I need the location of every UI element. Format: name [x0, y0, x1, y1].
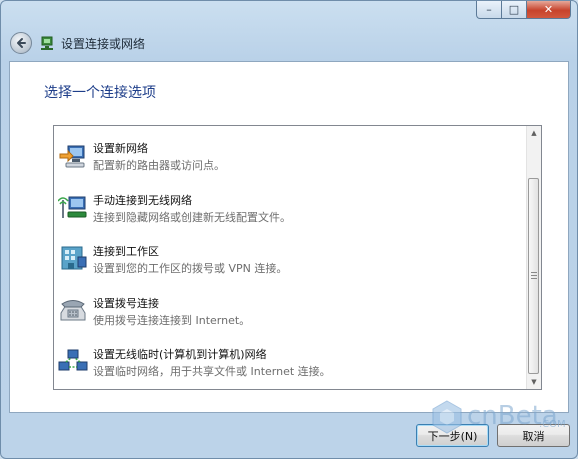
option-title: 连接到工作区	[93, 245, 159, 258]
option-title: 设置无线临时(计算机到计算机)网络	[93, 348, 267, 361]
option-manual-wireless[interactable]: 手动连接到无线网络 连接到隐藏网络或创建新无线配置文件。	[58, 188, 523, 234]
scroll-up-arrow-icon[interactable]: ▲	[527, 126, 541, 140]
wireless-network-icon	[58, 196, 87, 218]
next-button[interactable]: 下一步(N)	[416, 424, 489, 447]
maximize-button[interactable]: □	[502, 1, 527, 19]
caption-buttons: – □ ✕	[476, 1, 571, 19]
option-new-network[interactable]: 设置新网络 配置新的路由器或访问点。	[58, 136, 523, 182]
content-panel: 选择一个连接选项 设置新网络 配置新的路由器或访问点。 手动连接到无线网络 连接…	[9, 61, 569, 413]
option-dialup[interactable]: 设置拨号连接 使用拨号连接连接到 Internet。	[58, 291, 523, 337]
cancel-button[interactable]: 取消	[497, 424, 570, 447]
option-workplace[interactable]: 连接到工作区 设置到您的工作区的拨号或 VPN 连接。	[58, 239, 523, 285]
window-title: 设置连接或网络	[61, 37, 146, 51]
workplace-icon	[61, 246, 87, 270]
option-description: 设置临时网络，用于共享文件或 Internet 连接。	[93, 365, 331, 378]
close-button[interactable]: ✕	[527, 1, 571, 19]
option-title: 设置拨号连接	[93, 297, 159, 310]
scrollbar-thumb[interactable]	[528, 178, 539, 374]
scroll-down-arrow-icon[interactable]: ▼	[527, 375, 541, 389]
title-bar: – □ ✕	[1, 1, 577, 29]
option-description: 配置新的路由器或访问点。	[93, 159, 225, 172]
minimize-button[interactable]: –	[476, 1, 502, 19]
connection-options-list: 设置新网络 配置新的路由器或访问点。 手动连接到无线网络 连接到隐藏网络或创建新…	[53, 125, 542, 390]
network-setup-icon	[41, 36, 53, 50]
page-heading: 选择一个连接选项	[44, 85, 156, 101]
option-description: 使用拨号连接连接到 Internet。	[93, 314, 251, 327]
dialup-phone-icon	[60, 300, 86, 321]
wizard-window: – □ ✕ 设置连接或网络 选择一个连接选项 设置新网络 配置新的路由器或访问点…	[0, 0, 578, 459]
option-description: 连接到隐藏网络或创建新无线配置文件。	[93, 211, 291, 224]
adhoc-network-icon	[58, 349, 88, 371]
scroll-grip-icon	[531, 272, 537, 279]
new-network-icon	[59, 145, 85, 168]
option-description: 设置到您的工作区的拨号或 VPN 连接。	[93, 262, 288, 275]
option-title: 手动连接到无线网络	[93, 194, 192, 207]
option-title: 设置新网络	[93, 142, 148, 155]
back-button[interactable]	[10, 32, 32, 54]
option-adhoc[interactable]: 设置无线临时(计算机到计算机)网络 设置临时网络，用于共享文件或 Interne…	[58, 342, 523, 388]
vertical-scrollbar[interactable]: ▲ ▼	[526, 126, 541, 389]
back-arrow-icon	[17, 38, 26, 48]
